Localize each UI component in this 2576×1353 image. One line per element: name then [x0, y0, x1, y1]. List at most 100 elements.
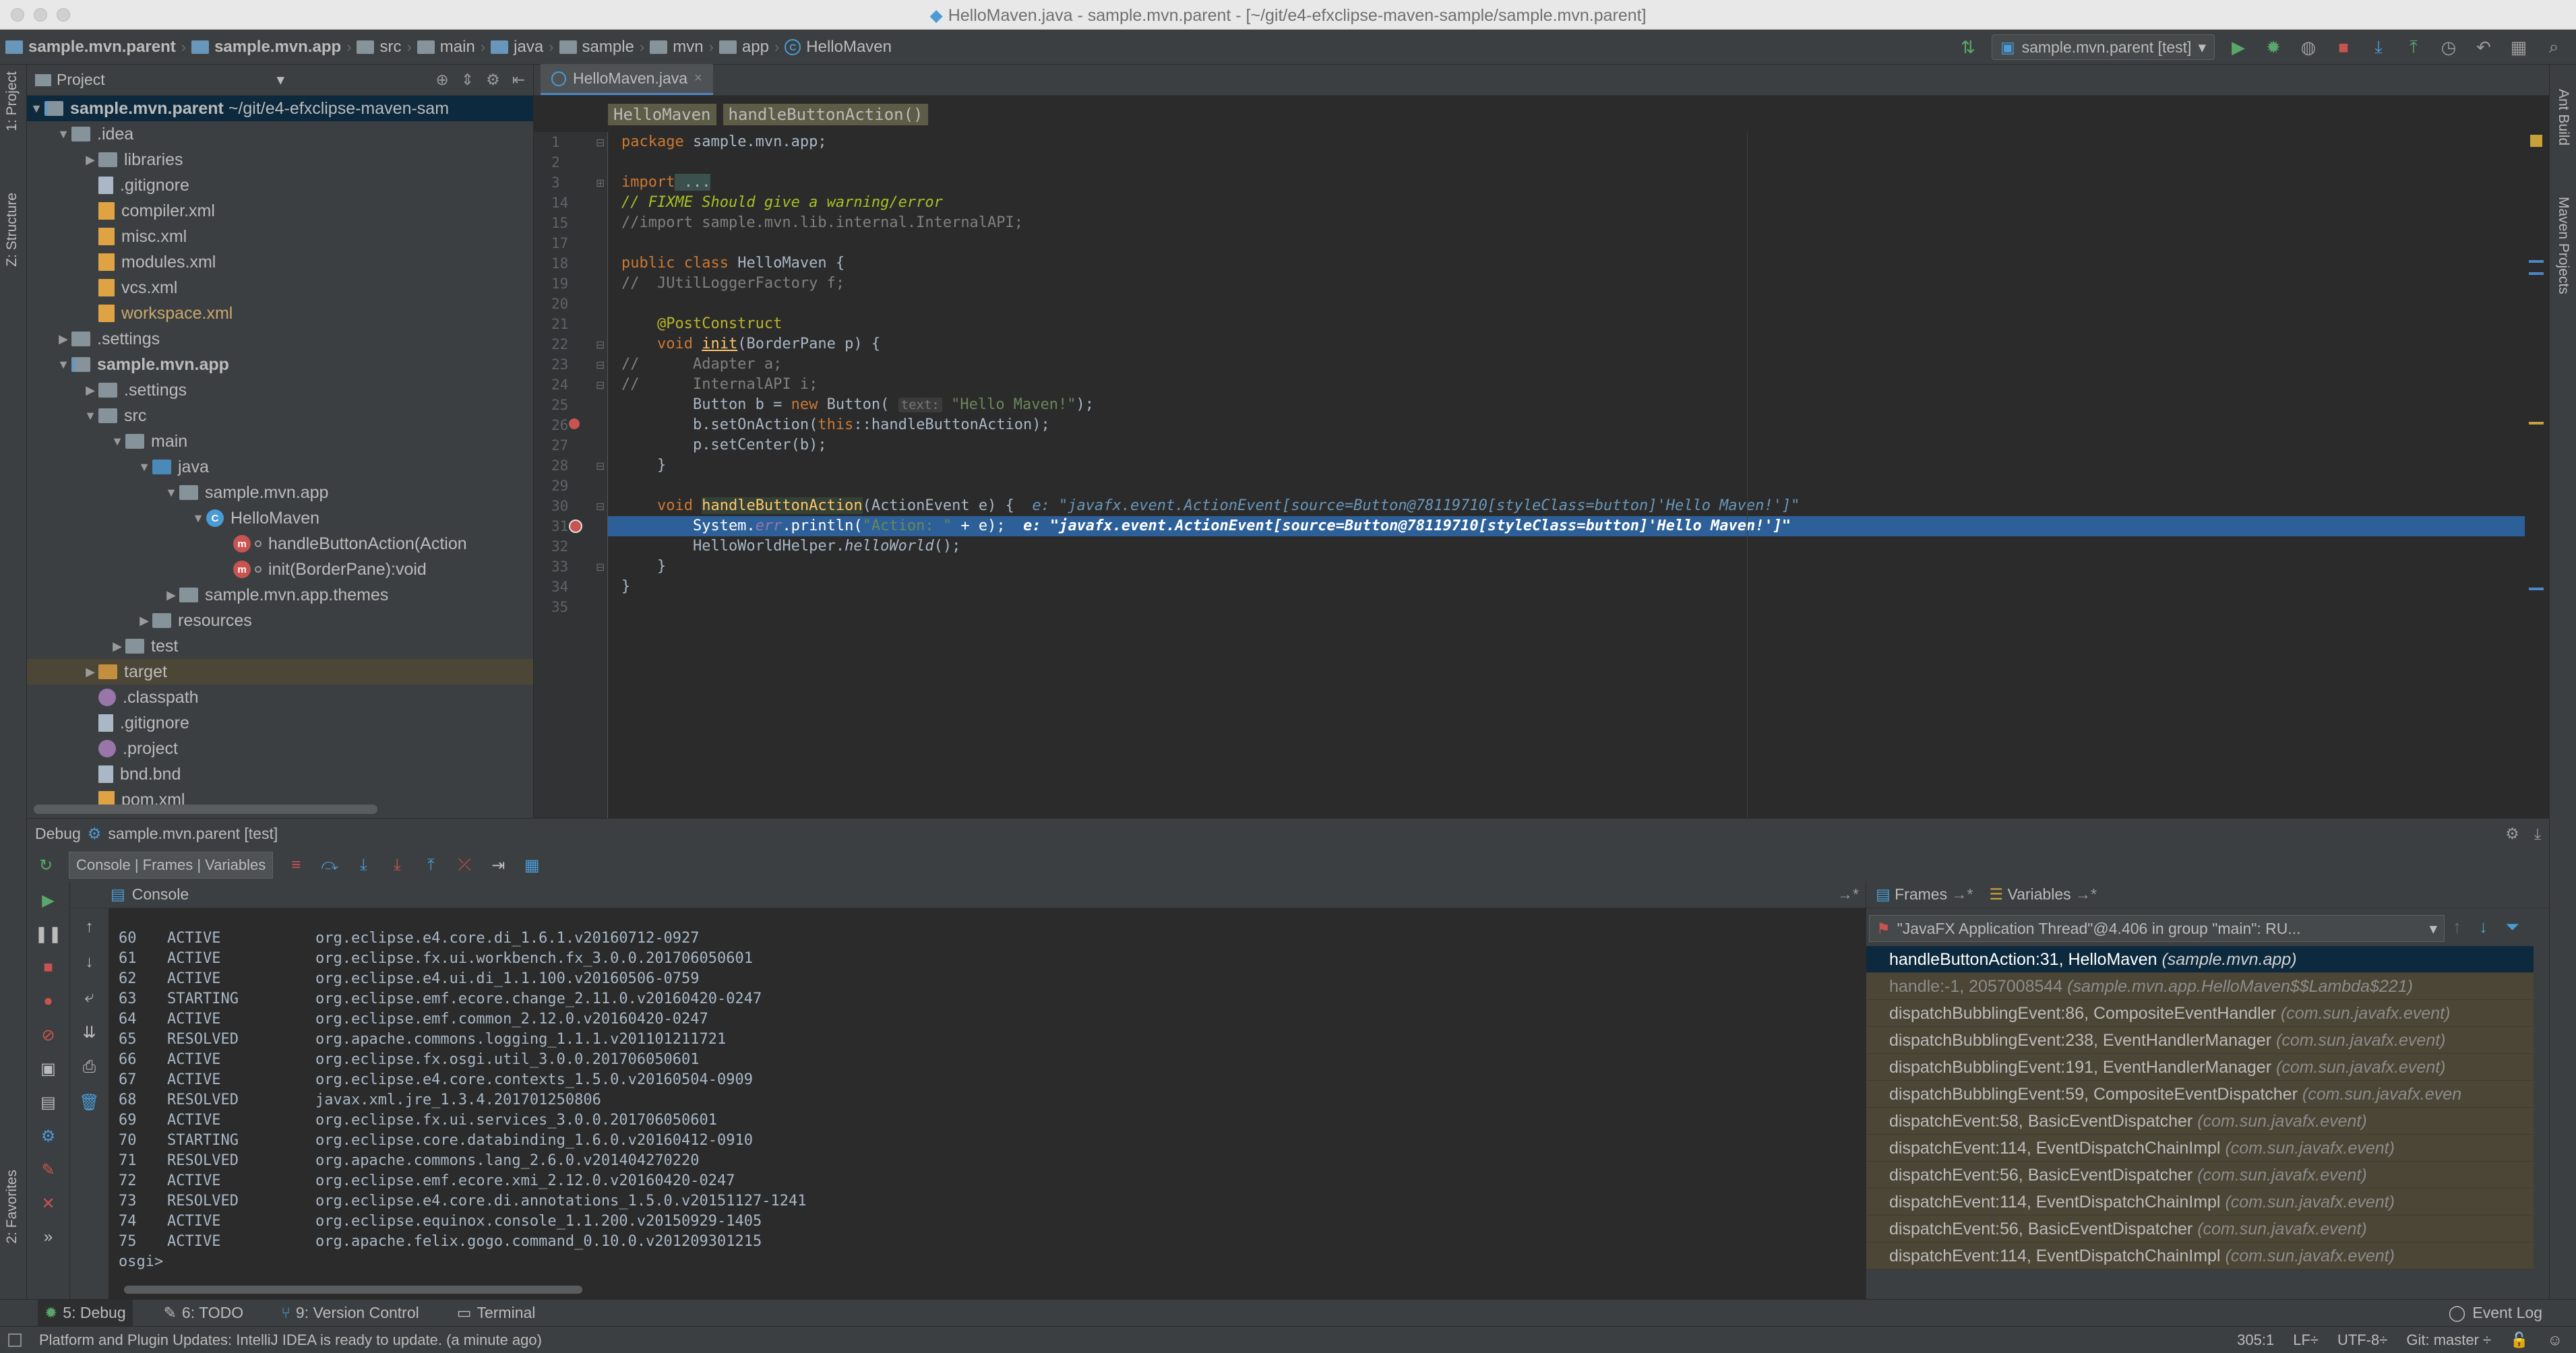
fold-marker-icon[interactable]: ⊟ [596, 358, 605, 372]
warning-status-icon[interactable] [2530, 135, 2542, 147]
thread-select[interactable]: ⚑ "JavaFX Application Thread"@4.406 in g… [1869, 915, 2445, 942]
scroll-to-end-icon[interactable]: ⇊ [79, 1021, 100, 1043]
run-configuration-select[interactable]: ▣ sample.mvn.parent [test] ▾ [1991, 34, 2215, 60]
tree-node[interactable]: ▶ .settings [27, 377, 533, 403]
tree-node[interactable]: ▶ .settings [27, 326, 533, 352]
pause-icon[interactable]: ❚❚ [34, 923, 61, 945]
search-everywhere-icon[interactable]: ⌕ [2542, 36, 2565, 59]
tree-node[interactable]: compiler.xml [27, 198, 533, 224]
show-execution-point-icon[interactable]: ≡ [285, 854, 307, 876]
breadcrumb-item[interactable]: app [714, 38, 774, 57]
debug-tool-tab[interactable]: ✹ 5: Debug [38, 1299, 133, 1327]
tree-node[interactable]: ▶ libraries [27, 147, 533, 172]
expanded-arrow-icon[interactable]: ▼ [55, 127, 71, 141]
console-output[interactable]: 60 ACTIVE org.eclipse.e4.core.di_1.6.1.v20… [119, 929, 1852, 1279]
stack-frame[interactable]: dispatchEvent:114, EventDispatchChainImp… [1866, 1189, 2534, 1216]
fold-marker-icon[interactable]: ⊟ [596, 460, 605, 473]
build-project-icon[interactable]: ⇅ [1957, 36, 1980, 59]
status-message[interactable]: Platform and Plugin Updates: IntelliJ ID… [39, 1331, 542, 1349]
tree-node[interactable]: ▶ target [27, 659, 533, 685]
editor-tab-hellomaven[interactable]: HelloMaven.java × [541, 64, 713, 95]
previous-frame-icon[interactable]: ↑ [2453, 916, 2461, 938]
tree-node[interactable]: bnd.bnd [27, 761, 533, 787]
editor-breadcrumb-class[interactable]: HelloMaven [608, 104, 716, 125]
method-reference-breakpoint-icon[interactable] [569, 418, 580, 429]
soft-wrap-icon[interactable]: ⤶ [79, 986, 100, 1008]
tree-node[interactable]: ▼ java [27, 454, 533, 480]
collapse-all-icon[interactable]: ⇕ [461, 71, 474, 89]
hide-panel-icon[interactable]: ⇤ [512, 71, 525, 89]
drop-frame-icon[interactable]: ⤫ [454, 854, 475, 876]
breadcrumb-item[interactable]: sample.mvn.app [186, 38, 346, 57]
editor-breadcrumb-method[interactable]: handleButtonAction() [723, 104, 929, 125]
collapsed-arrow-icon[interactable]: ▶ [55, 332, 71, 346]
revert-icon[interactable]: ↶ [2472, 36, 2495, 59]
run-to-cursor-icon[interactable]: ⇥ [487, 854, 509, 876]
caret-position[interactable]: 305:1 [2237, 1331, 2274, 1349]
debug-layout-tabs[interactable]: Console | Frames | Variables [69, 852, 274, 879]
console-title[interactable]: Console [132, 885, 189, 904]
breadcrumb-item[interactable]: src [351, 38, 406, 57]
tree-node[interactable]: ▼ sample.mvn.parent ~/git/e4-efxclipse-ma… [27, 96, 533, 121]
fold-marker-icon[interactable]: ⊟ [596, 136, 605, 150]
fold-marker-icon[interactable]: ⊟ [596, 379, 605, 392]
tree-node[interactable]: ▼ main [27, 429, 533, 454]
stack-frame[interactable]: dispatchEvent:56, BasicEventDispatcher (… [1866, 1162, 2534, 1189]
coverage-icon[interactable]: ◍ [2297, 36, 2320, 59]
stack-frame[interactable]: handle:-1, 2057008544 (sample.mvn.app.He… [1866, 973, 2534, 1000]
tree-node[interactable]: ▼ sample.mvn.app [27, 352, 533, 377]
close-icon[interactable]: ✕ [38, 1193, 59, 1214]
tree-node[interactable]: .gitignore [27, 710, 533, 736]
code-area[interactable]: package sample.mvn.app; import ... // FI… [608, 132, 2525, 818]
collapsed-arrow-icon[interactable]: ▶ [82, 665, 98, 679]
stack-frame[interactable]: dispatchBubblingEvent:86, CompositeEvent… [1866, 1000, 2534, 1027]
tree-node[interactable]: .project [27, 736, 533, 761]
breadcrumb-item[interactable]: sample [554, 38, 640, 57]
stack-frame[interactable]: dispatchBubblingEvent:238, EventHandlerM… [1866, 1027, 2534, 1054]
scroll-up-icon[interactable]: ↑ [79, 916, 100, 938]
ant-build-tool-tab[interactable]: Ant Build [2555, 89, 2571, 146]
close-tab-icon[interactable]: × [694, 71, 702, 86]
tree-node[interactable]: ▼ .idea [27, 121, 533, 147]
stripe-marker[interactable] [2529, 260, 2544, 263]
tree-node[interactable]: modules.xml [27, 249, 533, 275]
resume-icon[interactable]: ▶ [38, 889, 59, 911]
print-icon[interactable]: ⎙ [79, 1057, 100, 1078]
expanded-arrow-icon[interactable]: ▼ [82, 409, 98, 423]
error-stripe[interactable] [2525, 132, 2549, 818]
stack-frame[interactable]: dispatchBubblingEvent:59, CompositeEvent… [1866, 1081, 2534, 1108]
terminal-tool-tab[interactable]: ▭ Terminal [450, 1300, 543, 1327]
folded-imports[interactable]: ... [675, 174, 711, 191]
line-separator-select[interactable]: LF÷ [2293, 1331, 2319, 1349]
inspector-icon[interactable]: ☺ [2548, 1331, 2563, 1349]
expanded-arrow-icon[interactable]: ▼ [55, 358, 71, 372]
settings-gear-icon[interactable]: ⚙ [2505, 825, 2519, 843]
stack-frame[interactable]: dispatchEvent:114, EventDispatchChainImp… [1866, 1242, 2534, 1269]
tree-node[interactable]: ▶ test [27, 633, 533, 659]
frames-tab[interactable]: ▤ Frames →* [1876, 885, 1973, 904]
git-branch-select[interactable]: Git: master ÷ [2406, 1331, 2491, 1349]
run-icon[interactable]: ▶ [2227, 36, 2250, 59]
variables-tab[interactable]: ☰ Variables →* [1989, 885, 2097, 904]
breadcrumb-item[interactable]: C HelloMaven [779, 38, 897, 57]
tree-node[interactable]: ▼ sample.mvn.app [27, 480, 533, 505]
expanded-arrow-icon[interactable]: ▼ [136, 460, 152, 474]
maven-projects-tool-tab[interactable]: Maven Projects [2555, 197, 2571, 294]
tree-node[interactable]: ▶ resources [27, 608, 533, 633]
console-prompt-line[interactable]: osgi> [119, 1252, 1852, 1272]
structure-tool-tab[interactable]: Z: Structure [4, 193, 20, 267]
clear-all-icon[interactable]: 🗑 [79, 1092, 100, 1113]
project-view-select[interactable]: Project ▾ [35, 71, 284, 89]
force-step-into-icon[interactable]: ⤓ [386, 854, 408, 876]
fold-marker-icon[interactable]: ⊞ [596, 177, 605, 190]
vcs-history-icon[interactable]: ◷ [2437, 36, 2460, 59]
breadcrumb-item[interactable]: java [485, 38, 549, 57]
encoding-select[interactable]: UTF-8÷ [2337, 1331, 2387, 1349]
hide-panel-icon[interactable]: ⤓ [2534, 825, 2541, 843]
breakpoint-icon[interactable] [569, 520, 582, 533]
collapsed-arrow-icon[interactable]: ▶ [82, 383, 98, 398]
tree-node[interactable]: vcs.xml [27, 275, 533, 301]
stack-frame[interactable]: dispatchBubblingEvent:191, EventHandlerM… [1866, 1054, 2534, 1081]
stripe-marker[interactable] [2529, 588, 2544, 590]
toggle-tool-windows-icon[interactable] [8, 1333, 22, 1347]
